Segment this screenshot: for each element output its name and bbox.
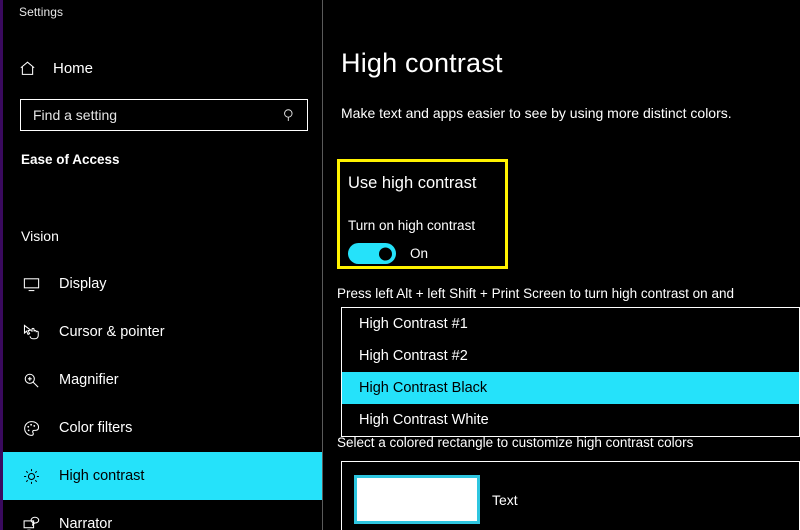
sidebar-nav: Display Cursor & pointer Magnifier Color…	[3, 260, 323, 530]
text-color-swatch[interactable]	[354, 475, 480, 524]
theme-dropdown-list[interactable]: High Contrast #1 High Contrast #2 High C…	[341, 307, 800, 437]
turn-on-high-contrast-label: Turn on high contrast	[348, 218, 476, 233]
dropdown-option-high-contrast-black[interactable]: High Contrast Black	[342, 372, 799, 404]
sidebar-item-home-label: Home	[53, 59, 94, 77]
keyboard-shortcut-text: Press left Alt + left Shift + Print Scre…	[337, 286, 734, 301]
brightness-icon	[21, 466, 41, 486]
search-icon[interactable]	[279, 105, 299, 125]
color-swatch-row-text: Text	[354, 475, 518, 524]
palette-icon	[21, 418, 41, 438]
sidebar-item-color-filters-label: Color filters	[59, 419, 133, 436]
sidebar-category-title: Ease of Access	[21, 152, 120, 167]
sidebar-item-display-label: Display	[59, 275, 107, 292]
search-placeholder: Find a setting	[33, 107, 118, 123]
high-contrast-toggle[interactable]	[348, 243, 396, 264]
sidebar-item-cursor-pointer-label: Cursor & pointer	[59, 323, 165, 340]
dropdown-option-high-contrast-2[interactable]: High Contrast #2	[342, 340, 799, 372]
sidebar-item-high-contrast[interactable]: High contrast	[3, 452, 323, 500]
search-input[interactable]: Find a setting	[20, 99, 308, 131]
use-high-contrast-group: Use high contrast Turn on high contrast …	[337, 159, 508, 269]
home-icon	[17, 58, 37, 78]
color-customize-panel: Text	[341, 461, 800, 530]
sidebar-item-high-contrast-label: High contrast	[59, 467, 145, 484]
sidebar-item-display[interactable]: Display	[3, 260, 323, 308]
sidebar-item-home[interactable]: Home	[17, 54, 307, 82]
page-title: High contrast	[341, 48, 503, 78]
app-title: Settings	[19, 5, 64, 19]
toggle-knob	[379, 247, 392, 260]
settings-window: Settings Home Find a setting Ease of Acc…	[0, 0, 800, 530]
use-high-contrast-title: Use high contrast	[348, 174, 477, 192]
sidebar-item-cursor-pointer[interactable]: Cursor & pointer	[3, 308, 323, 356]
dropdown-option-high-contrast-1[interactable]: High Contrast #1	[342, 308, 799, 340]
main-content: High contrast Make text and apps easier …	[323, 0, 800, 530]
sidebar: Settings Home Find a setting Ease of Acc…	[3, 0, 323, 530]
dropdown-option-high-contrast-white[interactable]: High Contrast White	[342, 404, 799, 436]
sidebar-item-magnifier-label: Magnifier	[59, 371, 119, 388]
sidebar-item-magnifier[interactable]: Magnifier	[3, 356, 323, 404]
cursor-pointer-icon	[21, 322, 41, 342]
monitor-icon	[21, 274, 41, 294]
sidebar-item-narrator-label: Narrator	[59, 515, 113, 530]
high-contrast-toggle-state: On	[410, 246, 429, 261]
narrator-icon	[21, 514, 41, 530]
high-contrast-toggle-wrap: On	[348, 243, 428, 264]
page-description: Make text and apps easier to see by usin…	[341, 105, 732, 121]
sidebar-item-narrator[interactable]: Narrator	[3, 500, 323, 530]
magnifier-icon	[21, 370, 41, 390]
text-color-swatch-label: Text	[492, 491, 518, 508]
customize-colors-hint: Select a colored rectangle to customize …	[337, 435, 694, 450]
sidebar-group-vision: Vision	[21, 228, 59, 244]
sidebar-item-color-filters[interactable]: Color filters	[3, 404, 323, 452]
